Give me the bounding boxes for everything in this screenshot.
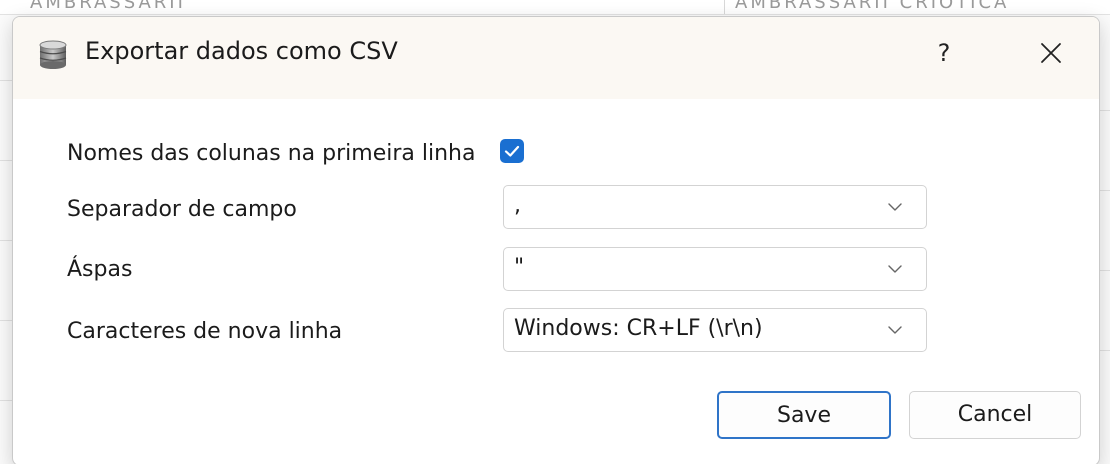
screen: AMBRASSARII AMBRASSARII CRIOTICA Exporta… [0,0,1110,464]
column-names-label: Nomes das colunas na primeira linha [67,141,476,166]
close-button[interactable] [1033,35,1069,71]
field-separator-value: , [514,193,521,218]
background-header-strip: AMBRASSARII AMBRASSARII CRIOTICA [0,0,1110,15]
background-gridline [0,320,12,321]
dialog-title: Exportar dados como CSV [85,37,398,65]
quotes-select[interactable]: " [503,247,927,291]
field-separator-label: Separador de campo [67,197,297,222]
close-icon [1041,43,1061,63]
field-separator-select[interactable]: , [503,185,927,229]
dialog-titlebar[interactable]: Exportar dados como CSV ? [13,17,1099,99]
background-header-text-left: AMBRASSARII [30,0,186,13]
database-icon [37,39,69,71]
newline-select[interactable]: Windows: CR+LF (\r\n) [503,308,927,352]
column-names-checkbox[interactable] [500,139,524,163]
quotes-value: " [514,255,525,280]
export-csv-dialog: Exportar dados como CSV ? Nomes das colu… [12,16,1100,464]
background-gridline [0,80,12,81]
help-button[interactable]: ? [929,33,959,73]
chevron-down-icon [888,203,902,211]
newline-label: Caracteres de nova linha [67,319,343,344]
cancel-button[interactable]: Cancel [909,391,1081,439]
chevron-down-icon [888,326,902,334]
newline-value: Windows: CR+LF (\r\n) [514,316,763,341]
background-gridline [0,400,12,401]
background-gridline [0,160,12,161]
background-column-divider [724,0,725,14]
chevron-down-icon [888,265,902,273]
background-gridline [0,240,12,241]
background-header-text-right: AMBRASSARII CRIOTICA [735,0,1010,13]
quotes-label: Áspas [67,257,133,282]
save-button[interactable]: Save [717,391,891,439]
checkmark-icon [504,145,520,157]
